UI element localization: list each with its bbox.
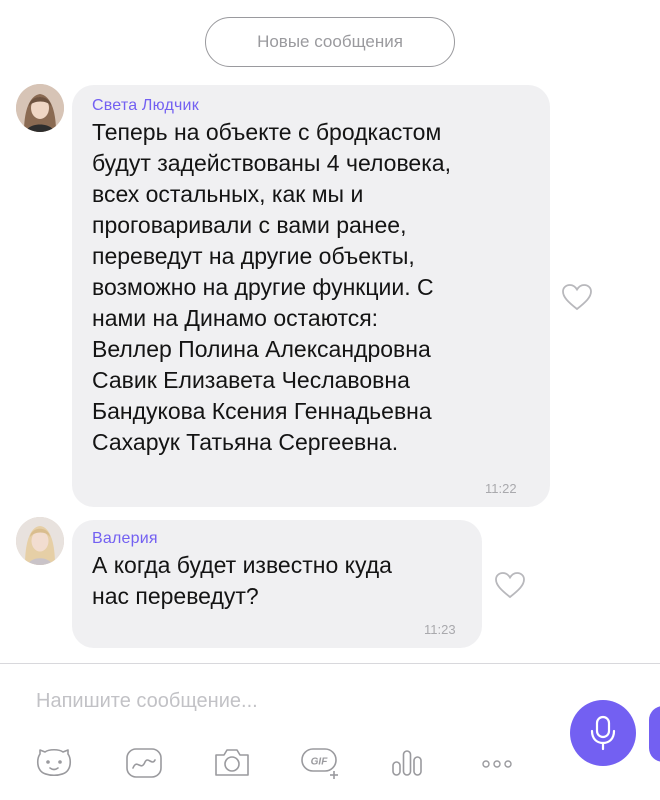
svg-text:GIF: GIF <box>311 757 329 768</box>
message-text: А когда будет известно куда нас переведу… <box>92 552 392 609</box>
voice-message-button[interactable] <box>570 700 636 766</box>
sender-name: Валерия <box>92 530 158 547</box>
like-heart-icon[interactable] <box>493 570 527 600</box>
doodle-icon[interactable] <box>124 746 164 785</box>
camera-icon[interactable] <box>212 745 252 784</box>
sticker-icon[interactable] <box>34 744 74 785</box>
microphone-icon <box>590 715 616 751</box>
avatar[interactable] <box>16 84 64 132</box>
side-action-button[interactable] <box>649 706 660 762</box>
message-text: Теперь на объекте с бродкастом будут зад… <box>92 119 451 455</box>
composer-divider <box>0 663 660 664</box>
sender-name: Света Людчик <box>92 97 199 114</box>
message-time: 11:22 <box>485 481 517 496</box>
new-messages-divider: Новые сообщения <box>205 17 455 67</box>
message-input[interactable] <box>36 686 496 716</box>
message-time: 11:23 <box>424 622 456 637</box>
poll-icon[interactable] <box>390 748 424 783</box>
more-icon[interactable] <box>480 757 514 775</box>
gif-icon[interactable]: GIF <box>300 745 342 786</box>
like-heart-icon[interactable] <box>560 282 594 312</box>
avatar[interactable] <box>16 517 64 565</box>
